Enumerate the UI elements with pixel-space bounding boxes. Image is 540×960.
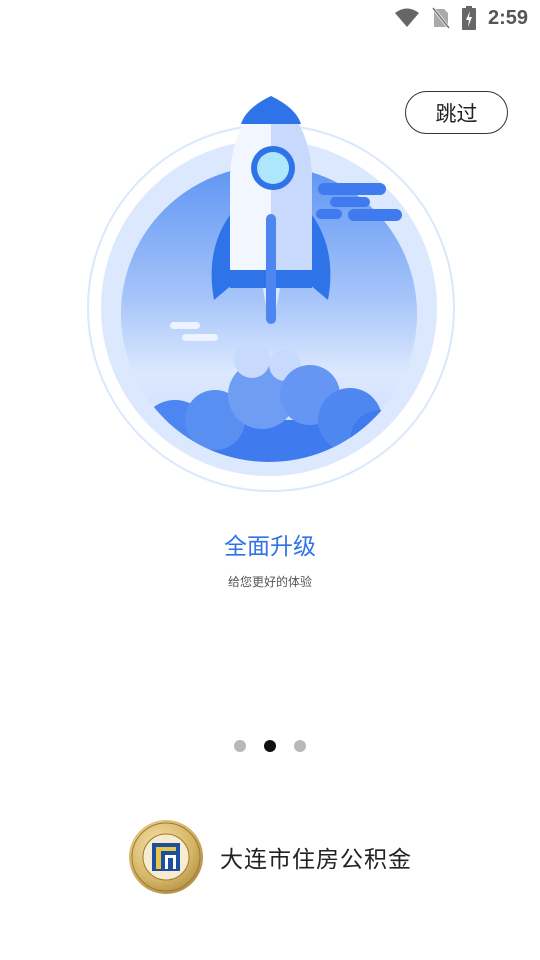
page-indicator <box>0 740 540 752</box>
page-dot-1[interactable] <box>234 740 246 752</box>
rocket-launch-illustration <box>0 0 540 500</box>
skip-button[interactable]: 跳过 <box>405 91 508 134</box>
brand-name: 大连市住房公积金 <box>220 847 412 873</box>
slide-title: 全面升级 <box>224 534 316 560</box>
page-dot-3[interactable] <box>294 740 306 752</box>
page-dot-2-active[interactable] <box>264 740 276 752</box>
housing-fund-seal-logo <box>129 820 203 894</box>
slide-subtitle: 给您更好的体验 <box>227 575 312 589</box>
brand: 大连市住房公积金 <box>128 818 412 896</box>
